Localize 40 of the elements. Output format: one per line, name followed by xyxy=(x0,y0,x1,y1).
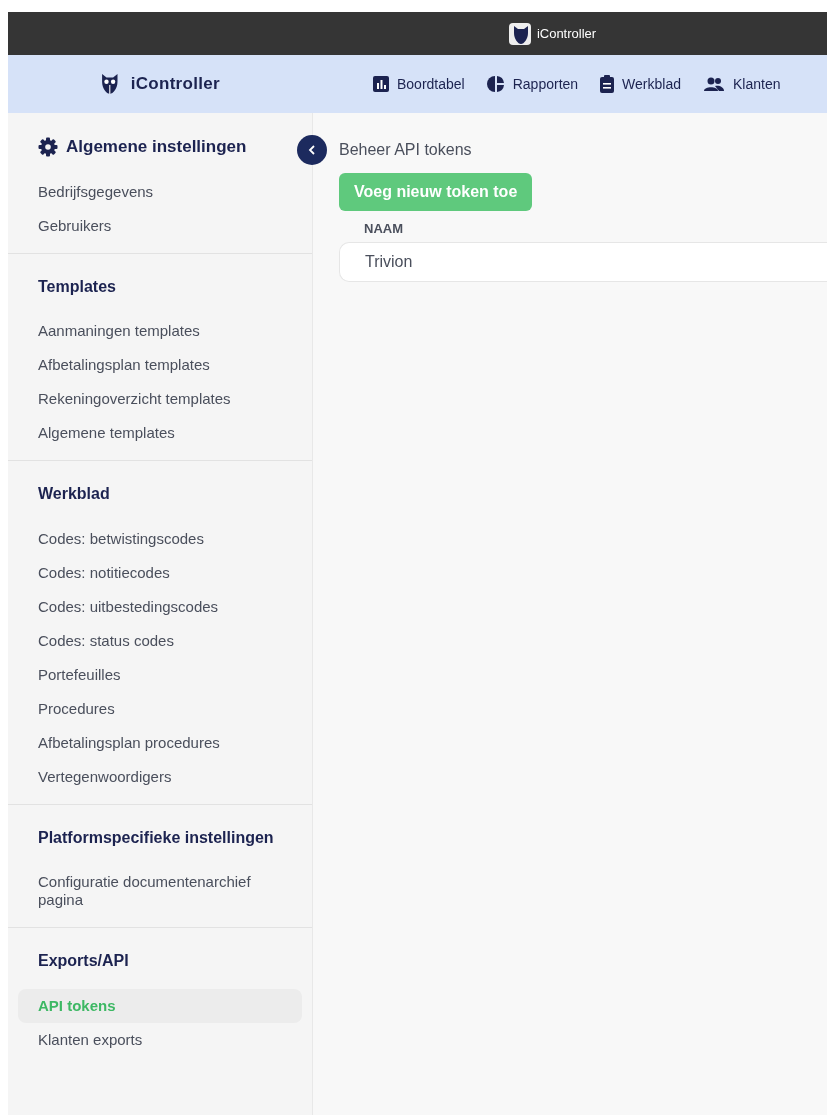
nav-link[interactable]: Rapporten xyxy=(486,75,579,93)
nav-link[interactable]: Werkblad xyxy=(600,75,681,93)
window-title: iController xyxy=(536,26,597,41)
chevron-left-icon xyxy=(308,145,316,155)
sidebar-item[interactable]: Gebruikers xyxy=(18,209,302,243)
pie-chart-icon xyxy=(486,75,505,93)
brand-name: iController xyxy=(130,74,220,94)
page-title: Beheer API tokens xyxy=(339,141,473,159)
sidebar-item[interactable]: Rekeningoverzicht templates xyxy=(18,382,302,417)
sidebar-item[interactable]: Codes: uitbestedingscodes xyxy=(18,589,302,624)
sidebar-item[interactable]: Codes: betwistingscodes xyxy=(18,521,302,556)
settings-icon xyxy=(38,137,58,157)
sidebar-item[interactable]: Afbetalingsplan procedures xyxy=(18,725,302,760)
people-icon xyxy=(703,77,725,91)
sidebar-item[interactable]: Vertegenwoordigers xyxy=(18,759,302,794)
section-title: Algemene instellingen xyxy=(66,137,247,157)
column-header: NAAM xyxy=(363,220,404,238)
section-title: Exports/API xyxy=(38,952,129,971)
owl-logo-icon xyxy=(101,73,119,95)
nav-link[interactable]: Klanten xyxy=(703,75,781,93)
sidebar-item[interactable]: Codes: notitiecodes xyxy=(18,555,302,590)
table-row[interactable]: Trivion xyxy=(339,242,827,282)
nav-link[interactable]: Boordtabel xyxy=(373,75,465,93)
sidebar-item[interactable]: Aanmaningen templates xyxy=(18,314,302,349)
sidebar-item[interactable]: Bedrijfsgegevens xyxy=(18,175,302,209)
sidebar-item[interactable]: Afbetalingsplan templates xyxy=(18,348,302,383)
sidebar-item[interactable]: Portefeuilles xyxy=(18,657,302,692)
bar-chart-icon xyxy=(373,76,389,92)
clipboard-icon xyxy=(600,75,615,93)
sidebar-item[interactable]: Configuratie documentenarchief pagina xyxy=(18,865,302,918)
sidebar-item[interactable]: Klanten exports xyxy=(18,1022,302,1057)
collapse-button[interactable] xyxy=(297,135,327,165)
app-icon xyxy=(508,22,531,45)
sidebar-item[interactable]: Algemene templates xyxy=(18,416,302,451)
table-cell: Trivion xyxy=(365,253,413,271)
section-title: Templates xyxy=(38,278,116,297)
section-title: Werkblad xyxy=(38,485,110,504)
section-title: Platformspecifieke instellingen xyxy=(38,828,274,848)
sidebar-item[interactable]: Procedures xyxy=(18,691,302,726)
sidebar-item[interactable]: Codes: status codes xyxy=(18,623,302,658)
